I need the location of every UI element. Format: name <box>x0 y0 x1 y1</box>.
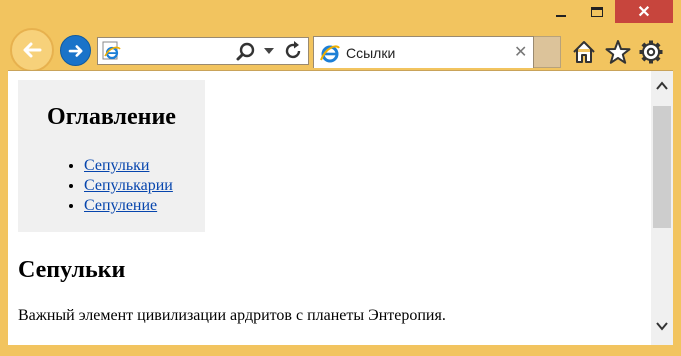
home-button[interactable] <box>570 38 598 66</box>
toc-list: Сепульки Сепулькарии Сепуление <box>18 156 173 216</box>
minimize-icon <box>556 14 566 17</box>
back-button[interactable] <box>10 28 54 72</box>
toc-title: Оглавление <box>47 104 176 130</box>
favorites-button[interactable] <box>604 38 632 66</box>
back-arrow-icon <box>23 42 42 58</box>
toc-link-sepulkarii[interactable]: Сепулькарии <box>84 177 173 194</box>
toc-link-sepulki[interactable]: Сепульки <box>84 157 149 174</box>
gear-icon <box>639 40 663 64</box>
star-icon <box>605 40 631 64</box>
toc-item: Сепулькарии <box>84 176 173 196</box>
vertical-scrollbar[interactable] <box>651 71 673 345</box>
address-dropdown-icon[interactable] <box>264 48 274 54</box>
navigation-bar: Ссылки ✕ <box>0 26 681 72</box>
toc-item: Сепульки <box>84 156 173 176</box>
scroll-down-icon[interactable] <box>655 319 669 333</box>
forward-arrow-icon <box>68 44 83 57</box>
content-viewport: Оглавление Сепульки Сепулькарии Сепулени… <box>8 70 673 345</box>
toc-link-sepulenie[interactable]: Сепуление <box>84 197 157 214</box>
scrollbar-thumb[interactable] <box>653 106 671 228</box>
ie-logo-icon <box>320 45 340 63</box>
new-tab-button[interactable] <box>534 36 561 68</box>
maximize-button[interactable] <box>579 0 615 23</box>
forward-button[interactable] <box>60 35 91 66</box>
tab-active[interactable]: Ссылки ✕ <box>313 36 534 68</box>
toc-item: Сепуление <box>84 196 173 216</box>
minimize-button[interactable] <box>543 0 579 23</box>
scroll-up-icon[interactable] <box>655 79 669 93</box>
close-window-button[interactable]: ✕ <box>615 0 673 23</box>
tab-close-button[interactable]: ✕ <box>514 42 527 62</box>
table-of-contents: Оглавление Сепульки Сепулькарии Сепулени… <box>18 80 205 232</box>
maximize-icon <box>591 6 603 17</box>
address-bar[interactable] <box>97 37 309 65</box>
web-page: Оглавление Сепульки Сепулькарии Сепулени… <box>8 71 651 345</box>
tab-title: Ссылки <box>346 45 396 61</box>
search-icon[interactable] <box>235 41 257 63</box>
section-heading: Сепульки <box>18 257 126 283</box>
home-icon <box>573 41 595 63</box>
page-ie-icon <box>102 41 121 60</box>
refresh-icon[interactable] <box>282 40 304 62</box>
settings-button[interactable] <box>637 38 665 66</box>
section-paragraph: Важный элемент цивилизации ардритов с пл… <box>18 307 446 324</box>
